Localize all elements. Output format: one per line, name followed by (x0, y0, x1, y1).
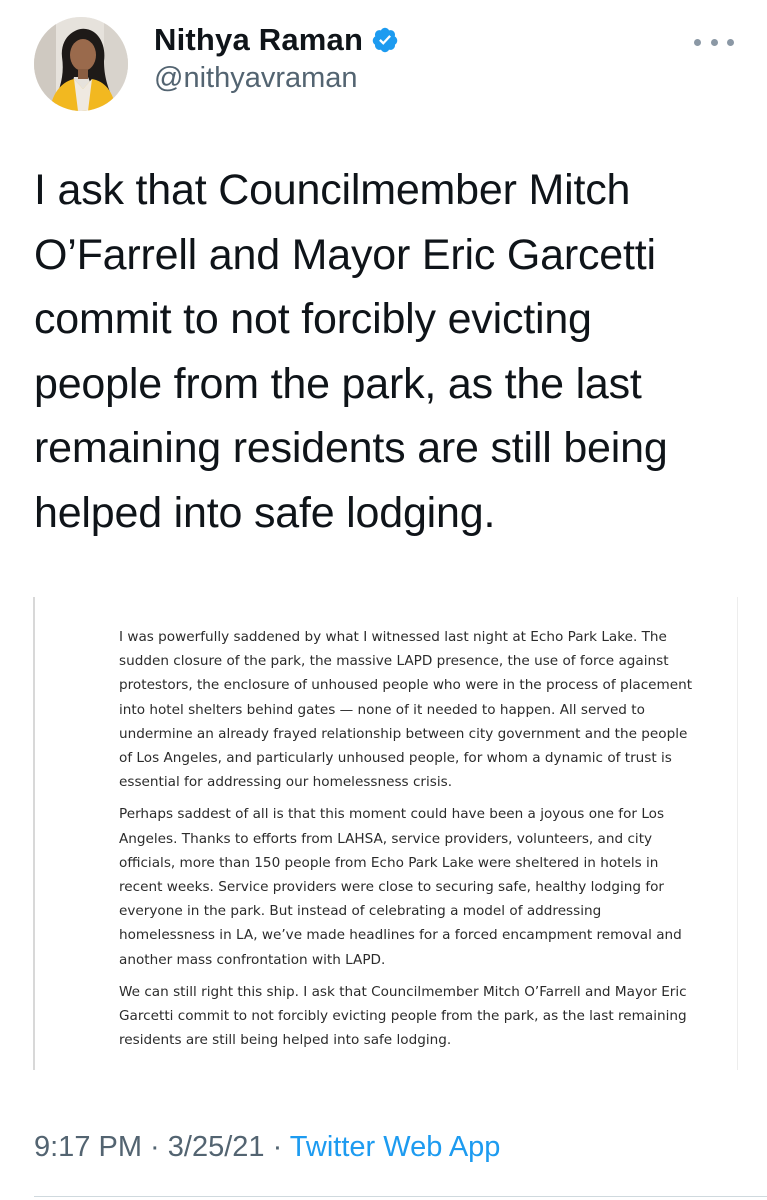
tweet-text-line: people from the park, as the last (34, 359, 642, 408)
source-link[interactable]: Twitter Web App (290, 1131, 501, 1163)
statement-paragraph: Perhaps saddest of all is that this mome… (119, 802, 682, 971)
tweet-text-line: O’Farrell and Mayor Eric Garcetti (34, 230, 656, 279)
tweet-date[interactable]: 3/25/21 (168, 1131, 265, 1163)
statement-line: residents are still being helped into sa… (119, 1032, 452, 1049)
statement-line: sudden closure of the park, the massive … (119, 653, 669, 670)
tweet-text-line: I ask that Councilmember Mitch (34, 166, 631, 214)
statement-line: We can still right this ship. I ask that… (119, 983, 687, 1000)
meta-separator: · (264, 1131, 290, 1163)
more-dot-icon (727, 38, 734, 46)
statement-line: recent weeks. Service providers were clo… (119, 879, 665, 896)
statement-line: homelessness in LA, we’ve made headlines… (119, 927, 682, 944)
tweet-time[interactable]: 9:17 PM (34, 1131, 142, 1163)
divider (34, 1196, 767, 1197)
statement-paragraph: I was powerfully saddened by what I witn… (119, 625, 693, 794)
statement-line: another mass confrontation with LAPD. (119, 951, 386, 968)
statement-line: essential for addressing our homelessnes… (119, 774, 453, 791)
statement-line: protestors, the enclosure of unhoused pe… (119, 677, 693, 694)
more-dot-icon (694, 38, 701, 46)
statement-image[interactable]: I was powerfully saddened by what I witn… (33, 597, 738, 1070)
avatar[interactable] (34, 17, 128, 111)
statement-line: of Los Angeles, and particularly unhouse… (119, 750, 672, 767)
avatar-photo (34, 17, 128, 111)
tweet-text-line: commit to not forcibly evicting (34, 295, 592, 343)
statement-text: I was powerfully saddened by what I witn… (119, 625, 693, 1060)
tweet-timestamp-row: 9:17 PM · 3/25/21 · Twitter Web App (34, 1131, 500, 1164)
statement-line: undermine an already frayed relationship… (119, 725, 688, 742)
author-handle[interactable]: @nithyavraman (154, 62, 358, 95)
statement-line: Perhaps saddest of all is that this mome… (119, 806, 665, 823)
author-display-name[interactable]: Nithya Raman (154, 22, 363, 58)
more-dot-icon (710, 38, 718, 46)
author-name-row: Nithya Raman (154, 22, 399, 58)
more-options-button[interactable] (694, 32, 734, 52)
statement-line: into hotel shelters behind gates — none … (119, 701, 645, 718)
verified-badge-icon (372, 27, 398, 53)
statement-line: Garcetti commit to not forcibly evicting… (119, 1008, 687, 1025)
statement-paragraph: We can still right this ship. I ask that… (119, 980, 687, 1053)
statement-line: everyone in the park. But instead of cel… (119, 903, 602, 920)
meta-separator: · (142, 1131, 168, 1163)
statement-line: I was powerfully saddened by what I witn… (119, 629, 667, 645)
tweet-text-line: remaining residents are still being (34, 424, 668, 472)
statement-line: officials, more than 150 people from Ech… (119, 854, 659, 871)
tweet-text: I ask that Councilmember Mitch O’Farrell… (34, 158, 734, 545)
tweet-text-line: helped into safe lodging. (34, 488, 496, 537)
statement-line: Angeles. Thanks to efforts from LAHSA, s… (119, 830, 653, 847)
